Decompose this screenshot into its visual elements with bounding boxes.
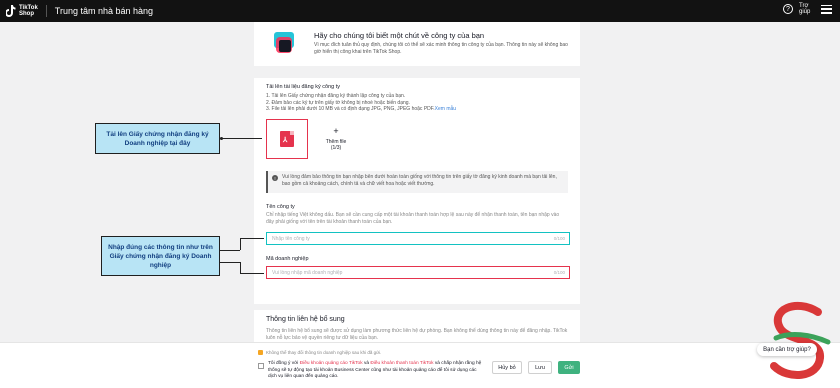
notice-text: Vui lòng đảm bảo thông tin bạn nhập bên …	[282, 174, 557, 187]
callout-connector-2f	[240, 273, 264, 274]
ad-terms-link[interactable]: Điều khoản quảng cáo TikTok	[300, 361, 363, 366]
help-chat-bubble[interactable]: Bạn cần trợ giúp?	[757, 343, 817, 356]
company-name-help: Chỉ nhập tiếng Việt không dấu. Bạn sẽ cầ…	[266, 212, 560, 225]
extra-contact-title: Thông tin liên hệ bổ sung	[266, 316, 345, 323]
info-notice: ! Vui lòng đảm bảo thông tin bạn nhập bê…	[266, 171, 568, 193]
warning-icon	[258, 350, 263, 356]
warning-message: Không thể thay đổi thông tin doanh nghiệ…	[258, 350, 381, 356]
agree-checkbox[interactable]	[258, 363, 264, 369]
callout-connector-2a	[220, 250, 240, 251]
intro-card: Hãy cho chúng tôi biết một chút về công …	[254, 22, 580, 72]
plus-icon: +	[333, 126, 339, 136]
cancel-button[interactable]: Hủy bỏ	[492, 361, 522, 374]
pdf-file-icon: ⅄	[280, 131, 294, 147]
company-name-input[interactable]: Nhập tên công ty 0/100	[266, 232, 570, 245]
callout-connector-2d	[220, 262, 240, 263]
payment-terms-link[interactable]: Điều khoản thanh toán TikTok	[370, 361, 433, 366]
add-file-count: (1/3)	[330, 145, 342, 151]
business-code-counter: 0/100	[553, 270, 565, 275]
hamburger-menu-icon[interactable]	[821, 4, 832, 14]
company-illustration-icon	[270, 30, 298, 56]
callout-connector-1	[220, 138, 262, 139]
extra-contact-description: Thông tin liên hệ bổ sung sẽ được sử dụn…	[266, 328, 568, 341]
callout-connector-2c	[240, 238, 264, 239]
page-title: Trung tâm nhà bán hàng	[54, 6, 154, 16]
callout-dot-1	[220, 137, 223, 140]
submit-button[interactable]: Gửi	[558, 361, 580, 374]
company-name-counter: 0/100	[553, 236, 565, 241]
info-icon: !	[272, 175, 278, 181]
intro-title: Hãy cho chúng tôi biết một chút về công …	[314, 31, 485, 40]
submit-footer-bar: Không thể thay đổi thông tin doanh nghiệ…	[0, 342, 840, 388]
upload-step-3: 3. File tải lên phải dưới 10 MB và có đị…	[266, 106, 457, 112]
company-name-placeholder: Nhập tên công ty	[272, 236, 310, 242]
top-navigation-bar: TikTok Shop Trung tâm nhà bán hàng ? Trợ…	[0, 0, 840, 22]
tiktok-shop-logo[interactable]: TikTok Shop	[6, 5, 38, 17]
add-file-button[interactable]: + Thêm file (1/3)	[316, 119, 356, 159]
company-form-card: Tải lên tài liệu đăng ký công ty 1. Tải …	[254, 78, 580, 304]
agree-text: Tôi đồng ý với Điều khoản quảng cáo TikT…	[268, 361, 482, 379]
question-circle-icon[interactable]: ?	[783, 4, 793, 14]
upload-section-title: Tải lên tài liệu đăng ký công ty	[266, 84, 340, 90]
intro-description: Vì mục đích tuân thủ quy định, chúng tôi…	[314, 42, 568, 55]
callout-connector-2b	[240, 238, 241, 250]
annotation-fields-callout: Nhập đúng các thông tin như trên Giấy ch…	[101, 236, 220, 276]
logo-text-line2: Shop	[19, 11, 34, 17]
tiktok-logo-icon	[6, 5, 16, 17]
annotation-upload-callout: Tải lên Giấy chứng nhận đăng ký Doanh ng…	[95, 123, 220, 154]
company-name-label: Tên công ty	[266, 204, 295, 210]
business-code-input[interactable]: Vui lòng nhập mã doanh nghiệp 0/100	[266, 266, 570, 279]
view-example-link[interactable]: Xem mẫu	[435, 106, 456, 112]
header-divider	[45, 5, 47, 17]
business-code-label: Mã doanh nghiệp	[266, 256, 309, 262]
upload-instructions: 1. Tải lên Giấy chứng nhận đăng ký thành…	[266, 93, 456, 113]
watermark-logo	[766, 292, 834, 388]
uploaded-file-thumbnail[interactable]: ⅄	[266, 119, 308, 159]
help-link[interactable]: Trợ giúp	[799, 3, 815, 15]
save-button[interactable]: Lưu	[528, 361, 552, 374]
business-code-placeholder: Vui lòng nhập mã doanh nghiệp	[272, 270, 343, 276]
